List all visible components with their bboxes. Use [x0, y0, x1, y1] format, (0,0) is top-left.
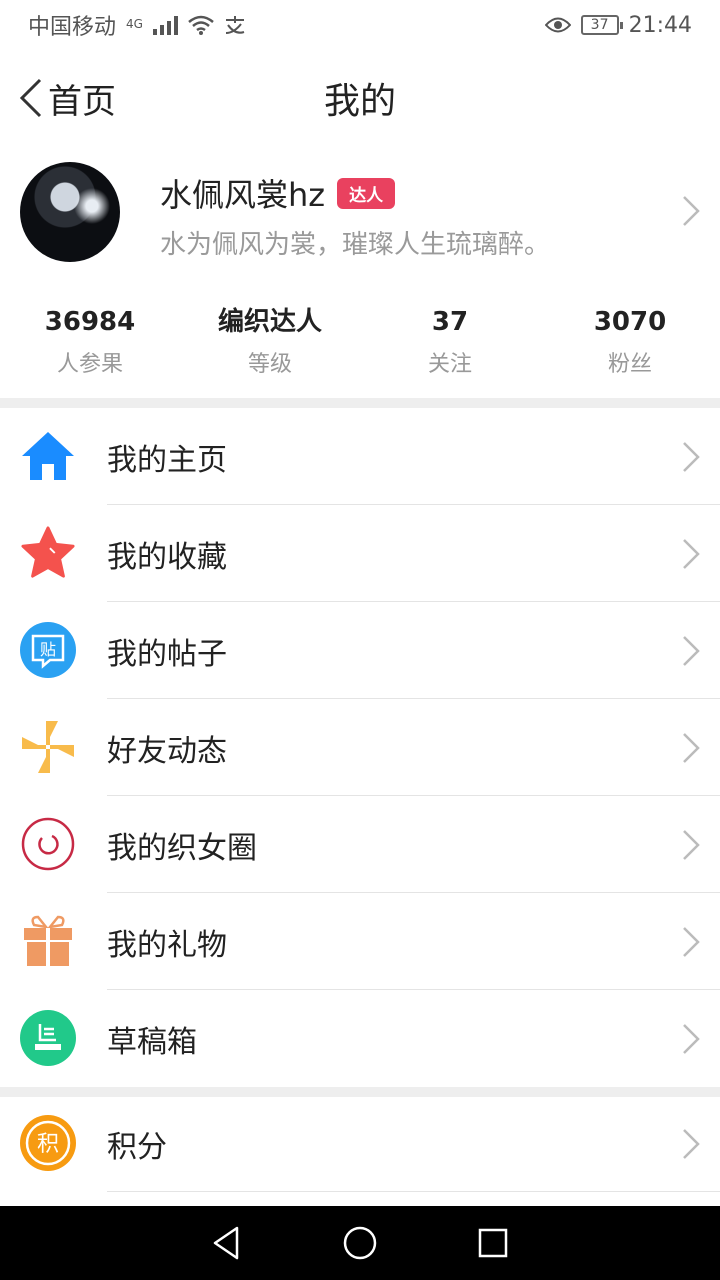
stat-level[interactable]: 编织达人 等级: [180, 298, 360, 388]
row-separator: [107, 1191, 720, 1192]
star-icon: [20, 525, 76, 581]
header: 首页 我的: [0, 58, 720, 138]
battery-level: 37: [590, 17, 609, 33]
avatar[interactable]: [20, 162, 120, 262]
stat-value: 37: [431, 307, 469, 337]
chevron-right-icon: [683, 635, 700, 666]
menu-item-posts[interactable]: 贴 我的帖子: [0, 602, 720, 699]
profile-signature: 水为佩风为裳，璀璨人生琉璃醉。: [160, 230, 551, 260]
stat-label: 等级: [247, 352, 292, 377]
stat-followers[interactable]: 3070 粉丝: [540, 298, 720, 388]
network-type: 4G: [126, 17, 143, 31]
clock: 21:44: [628, 12, 692, 38]
expert-badge: 达人: [337, 177, 396, 209]
home-circle-icon[interactable]: [340, 1223, 380, 1263]
wifi-icon: [188, 15, 214, 35]
my-profile-screen: 中国移动 4G 37 21:44 首页 我的 水佩风裳hz 达人 水为佩风为裳，…: [0, 0, 720, 1280]
menu-group-main: 我的主页 我的收藏 贴 我的帖子 好友动态 我的织女圈 我的礼物 草稿箱: [0, 408, 720, 1087]
circle-icon: [20, 816, 76, 872]
username: 水佩风裳hz: [160, 176, 326, 214]
stat-fruits[interactable]: 36984 人参果: [0, 298, 180, 388]
menu-item-points[interactable]: 积 积分: [0, 1095, 720, 1192]
pinwheel-icon: [20, 719, 76, 775]
post-icon: 贴: [20, 622, 76, 678]
recents-square-icon[interactable]: [473, 1223, 513, 1263]
status-left: 中国移动 4G: [28, 9, 246, 41]
menu-label: 好友动态: [107, 733, 227, 769]
back-label: 首页: [48, 81, 116, 122]
chevron-right-icon: [683, 926, 700, 957]
menu-label: 积分: [107, 1129, 167, 1165]
battery-icon: 37: [580, 15, 623, 35]
back-triangle-icon[interactable]: [207, 1223, 247, 1263]
page-title: 我的: [323, 81, 396, 122]
menu-item-drafts[interactable]: 草稿箱: [0, 990, 720, 1087]
menu-label: 我的帖子: [107, 636, 227, 672]
chevron-right-icon: [683, 538, 700, 569]
menu-label: 我的礼物: [107, 927, 227, 963]
menu-group-points: 积 积分: [0, 1095, 720, 1192]
stat-value: 36984: [44, 307, 136, 337]
payment-app-icon: [225, 16, 245, 34]
section-divider: [0, 398, 720, 408]
drafts-icon: [20, 1010, 76, 1066]
chevron-right-icon: [683, 732, 700, 763]
stat-label: 粉丝: [607, 352, 652, 377]
chevron-right-icon: [683, 441, 700, 472]
menu-item-weaver-circle[interactable]: 我的织女圈: [0, 796, 720, 893]
profile-card[interactable]: 水佩风裳hz 达人 水为佩风为裳，璀璨人生琉璃醉。: [0, 150, 720, 280]
menu-item-homepage[interactable]: 我的主页: [0, 408, 720, 505]
chevron-right-icon: [683, 196, 700, 226]
menu-label: 草稿箱: [107, 1024, 197, 1060]
system-nav-bar: [0, 1206, 720, 1280]
menu-item-friend-activity[interactable]: 好友动态: [0, 699, 720, 796]
signal-icon: [152, 15, 178, 35]
menu-item-gifts[interactable]: 我的礼物: [0, 893, 720, 990]
stat-value: 编织达人: [217, 307, 322, 337]
menu-label: 我的织女圈: [107, 830, 257, 866]
carrier-label: 中国移动: [28, 15, 117, 40]
home-icon: [20, 428, 76, 484]
stat-label: 关注: [427, 352, 472, 377]
chevron-right-icon: [683, 829, 700, 860]
points-glyph: 积: [37, 1132, 59, 1157]
chevron-right-icon: [683, 1128, 700, 1159]
chevron-left-icon: [19, 78, 42, 118]
menu-label: 我的收藏: [107, 539, 227, 575]
eye-comfort-icon: [544, 17, 571, 33]
menu-label: 我的主页: [107, 442, 227, 478]
chevron-right-icon: [683, 1023, 700, 1054]
status-right: 37 21:44: [544, 12, 692, 38]
status-bar: 中国移动 4G 37 21:44: [0, 0, 720, 50]
stat-following[interactable]: 37 关注: [360, 298, 540, 388]
post-glyph: 贴: [40, 640, 56, 659]
stat-label: 人参果: [56, 352, 123, 377]
stats-row: 36984 人参果 编织达人 等级 37 关注 3070 粉丝: [0, 298, 720, 388]
points-icon: 积: [20, 1115, 76, 1171]
menu-item-favorites[interactable]: 我的收藏: [0, 505, 720, 602]
name-row: 水佩风裳hz 达人: [160, 170, 396, 216]
stat-value: 3070: [593, 307, 667, 337]
back-button[interactable]: 首页: [18, 58, 116, 138]
gift-icon: [20, 913, 76, 969]
